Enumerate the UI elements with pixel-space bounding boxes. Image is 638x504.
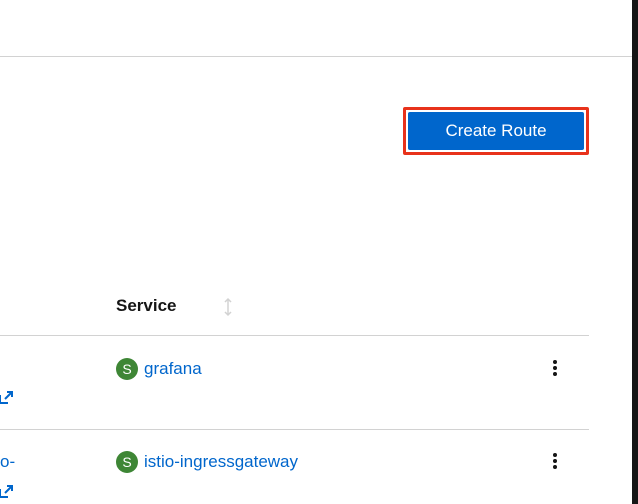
service-badge: S	[116, 358, 138, 380]
create-route-highlight: Create Route	[403, 107, 589, 155]
sort-icon[interactable]	[223, 297, 233, 317]
window-edge	[632, 0, 638, 504]
service-badge: S	[116, 451, 138, 473]
external-link-icon[interactable]	[0, 390, 14, 404]
header-divider	[0, 56, 638, 57]
kebab-icon[interactable]	[549, 451, 561, 475]
kebab-icon[interactable]	[549, 358, 561, 382]
external-link-icon[interactable]	[0, 484, 14, 498]
route-name-fragment[interactable]: o-	[0, 452, 15, 472]
service-link-istio-ingressgateway[interactable]: istio-ingressgateway	[144, 452, 298, 472]
create-route-button[interactable]: Create Route	[408, 112, 584, 150]
table-header-divider	[0, 335, 589, 336]
table-row-divider	[0, 429, 589, 430]
service-link-grafana[interactable]: grafana	[144, 359, 202, 379]
column-header-service[interactable]: Service	[116, 296, 177, 316]
page-header-area	[0, 0, 638, 56]
